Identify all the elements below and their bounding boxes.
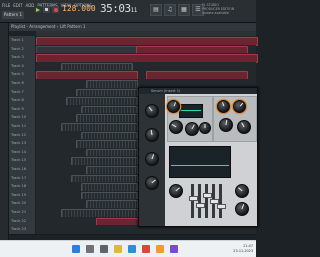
task-view-icon[interactable] <box>100 245 108 253</box>
track-label[interactable]: Track 8 <box>9 96 35 105</box>
system-tray[interactable]: 21:47 23-11-2023 <box>233 244 253 253</box>
track-lane[interactable] <box>36 36 258 46</box>
playlist-header: Playlist - Arrangement › Lift Pattern 1 <box>9 23 256 31</box>
fader-cap[interactable] <box>217 204 226 210</box>
menu-edit[interactable]: EDIT <box>13 3 22 8</box>
edge-icon[interactable] <box>128 245 136 253</box>
track-label[interactable]: Track 15 <box>9 156 35 165</box>
track-label[interactable]: Track 4 <box>9 61 35 71</box>
synth-knob[interactable] <box>145 104 159 118</box>
synth-knob[interactable] <box>145 128 159 142</box>
synth-knob[interactable] <box>145 152 159 166</box>
track-label[interactable]: Track 18 <box>9 182 35 191</box>
envelope-fader[interactable] <box>196 184 205 218</box>
search-icon[interactable] <box>86 245 94 253</box>
track-label[interactable]: Track 19 <box>9 190 35 200</box>
envelope-fader[interactable] <box>210 184 219 218</box>
track-label[interactable]: Track 21 <box>9 208 35 217</box>
track-label[interactable]: Track 16 <box>9 165 35 174</box>
envelope-fader[interactable] <box>203 184 212 218</box>
track-label[interactable]: Track 14 <box>9 147 35 157</box>
tray-date: 23-11-2023 <box>233 248 253 253</box>
tempo-display[interactable]: 128.000 <box>62 4 96 13</box>
plugin-wrapper-panel <box>139 94 165 226</box>
synth-panel <box>165 94 257 226</box>
wavetable-display[interactable] <box>179 104 203 118</box>
synth-knob[interactable] <box>169 120 183 134</box>
synth-knob[interactable] <box>235 184 249 198</box>
playlist-title: Playlist - Arrangement › Lift Pattern 1 <box>11 24 86 29</box>
play-button[interactable] <box>34 6 41 13</box>
browser-panel[interactable] <box>0 23 9 240</box>
pattern-selector[interactable]: Pattern 1 <box>2 11 24 19</box>
synth-knob[interactable] <box>233 100 246 113</box>
record-button[interactable] <box>52 6 59 13</box>
track-label[interactable]: Track 6 <box>9 79 35 88</box>
file-explorer-icon[interactable] <box>114 245 122 253</box>
taskbar: 21:47 23-11-2023 <box>0 240 256 257</box>
plugin-title: Serum (Insert 1) <box>151 89 181 93</box>
fader-cap[interactable] <box>196 202 205 208</box>
track-lane[interactable] <box>36 53 258 63</box>
hint-line: Update available <box>202 11 229 16</box>
track-label[interactable]: Track 13 <box>9 139 35 148</box>
track-label[interactable]: Track 11 <box>9 122 35 131</box>
synth-knob[interactable] <box>199 122 211 134</box>
synth-knob[interactable] <box>235 202 249 216</box>
stop-button[interactable] <box>43 6 50 13</box>
track-label[interactable]: Track 2 <box>9 44 35 54</box>
synth-knob[interactable] <box>237 120 251 134</box>
hint-panel: FL STUDIO PRODUCER EDITION Update availa… <box>202 3 254 16</box>
track-lane[interactable] <box>36 70 256 80</box>
track-label[interactable]: Track 5 <box>9 70 35 79</box>
track-label[interactable]: Track 1 <box>9 36 35 45</box>
menu-file[interactable]: FILE <box>2 3 10 8</box>
track-lane[interactable] <box>36 44 256 55</box>
synth-knob[interactable] <box>167 100 180 113</box>
track-lane[interactable] <box>36 61 256 72</box>
channel-rack-icon[interactable]: ▦ <box>178 4 190 16</box>
waveform-line <box>181 109 201 111</box>
song-position-display[interactable]: 35:0311 <box>100 2 137 15</box>
fader-cap[interactable] <box>203 192 212 198</box>
track-label[interactable]: Track 3 <box>9 53 35 62</box>
synth-knob[interactable] <box>217 100 230 113</box>
track-label[interactable]: Track 17 <box>9 173 35 183</box>
time-main: 35:03 <box>100 2 131 15</box>
fader-cap[interactable] <box>189 195 198 201</box>
synth-knob[interactable] <box>219 118 233 132</box>
filter-display[interactable] <box>169 146 231 178</box>
track-label[interactable]: Track 10 <box>9 113 35 122</box>
filter-curve <box>171 165 229 166</box>
synth-knob[interactable] <box>169 184 183 198</box>
toolbar-icons: ▤ ♫ ▦ ☰ <box>150 4 204 16</box>
piano-roll-icon[interactable]: ♫ <box>164 4 176 16</box>
track-label[interactable]: Track 9 <box>9 104 35 114</box>
media-icon[interactable] <box>170 245 178 253</box>
windows-logo-icon[interactable] <box>72 245 80 253</box>
track-label[interactable]: Track 23 <box>9 225 35 234</box>
track-label[interactable]: Track 12 <box>9 130 35 140</box>
envelope-fader[interactable] <box>189 184 198 218</box>
chrome-icon[interactable] <box>142 245 150 253</box>
plugin-window: Serum (Insert 1) <box>138 87 258 227</box>
track-label[interactable]: Track 7 <box>9 87 35 97</box>
track-label[interactable]: Track 20 <box>9 199 35 208</box>
main-toolbar: FILEEDITADDPATTERNSVIEWOPTIONS Pattern 1… <box>0 0 256 23</box>
playlist-icon[interactable]: ▤ <box>150 4 162 16</box>
synth-knob[interactable] <box>185 122 199 136</box>
envelope-fader[interactable] <box>217 184 226 218</box>
time-sub: 11 <box>130 7 138 14</box>
track-label[interactable]: Track 22 <box>9 216 35 226</box>
synth-knob[interactable] <box>145 176 159 190</box>
fl-studio-icon[interactable] <box>156 245 164 253</box>
